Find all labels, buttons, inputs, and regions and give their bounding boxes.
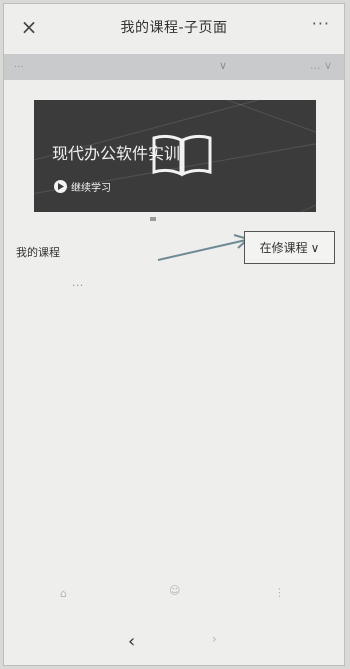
course-filter-label: 在修课程 xyxy=(259,241,308,255)
empty-state-text: ... xyxy=(72,276,84,289)
navbar: × 我的课程-子页面 ··· xyxy=(4,4,344,50)
carousel-indicator xyxy=(150,217,156,221)
annotation-arrow xyxy=(157,234,251,261)
chevron-down-icon: ∨ xyxy=(323,59,332,72)
continue-learning-button[interactable]: 继续学习 xyxy=(54,178,111,194)
message-tab-icon[interactable]: ☺ xyxy=(169,584,180,597)
filter-right-text[interactable]: ... ∨ xyxy=(310,59,332,72)
forward-icon[interactable]: › xyxy=(212,632,217,646)
course-filter-select[interactable]: 在修课程 ∨ xyxy=(244,231,335,264)
home-tab-icon[interactable]: ⌂ xyxy=(60,587,67,600)
play-icon xyxy=(54,179,67,193)
chevron-down-icon: ∨ xyxy=(310,240,320,255)
book-icon xyxy=(152,134,212,177)
my-courses-label: 我的课程 xyxy=(16,246,60,259)
filter-right-label: ... xyxy=(309,59,321,72)
phone-frame: × 我的课程-子页面 ··· ... ∨ ... ∨ 现代办公软件实训 继续学习 xyxy=(3,3,345,666)
chevron-down-icon[interactable]: ∨ xyxy=(219,59,227,72)
filter-strip: ... ∨ ... ∨ xyxy=(4,54,344,80)
continue-learning-label: 继续学习 xyxy=(71,182,111,194)
profile-tab-icon[interactable]: ⋮ xyxy=(274,586,285,599)
close-icon[interactable]: × xyxy=(18,15,40,39)
back-icon[interactable]: ‹ xyxy=(128,631,135,652)
filter-left-text[interactable]: ... xyxy=(14,60,24,70)
more-icon[interactable]: ··· xyxy=(312,14,330,33)
course-banner[interactable]: 现代办公软件实训 继续学习 xyxy=(34,100,316,212)
page-title: 我的课程-子页面 xyxy=(120,20,228,36)
